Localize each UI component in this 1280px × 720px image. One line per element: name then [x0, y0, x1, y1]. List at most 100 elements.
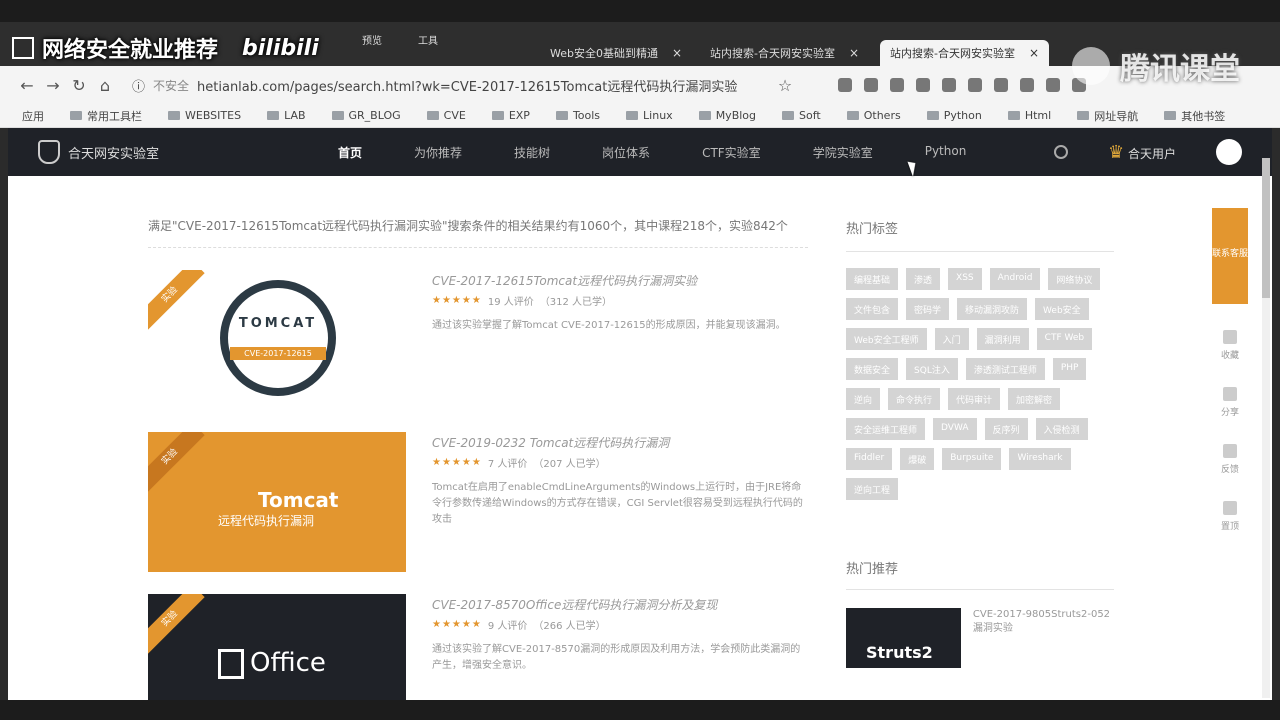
scrollbar-thumb[interactable] — [1262, 158, 1270, 298]
tab-search-active[interactable]: 站内搜索-合天网安实验室 × — [880, 40, 1050, 66]
tag-item[interactable]: 逆向工程 — [846, 478, 899, 500]
bookmark-folder[interactable]: MyBlog — [698, 109, 756, 122]
nav-ctf[interactable]: CTF实验室 — [702, 144, 761, 161]
extension-icon[interactable] — [864, 78, 878, 92]
result-item[interactable]: 实验 Office CVE-2017-8570Office远程代码执行漏洞分析及… — [148, 594, 808, 700]
bookmark-folder[interactable]: LAB — [267, 109, 306, 122]
back-icon[interactable]: ← — [14, 76, 40, 95]
bookmark-folder[interactable]: 网址导航 — [1077, 108, 1138, 124]
tag-item[interactable]: 命令执行 — [888, 388, 941, 410]
bookmark-folder[interactable]: Others — [846, 109, 901, 122]
extension-icon[interactable] — [1046, 78, 1060, 92]
tag-item[interactable]: CTF Web — [1036, 328, 1093, 350]
tag-item[interactable]: PHP — [1052, 358, 1087, 380]
extension-icon[interactable] — [1020, 78, 1034, 92]
result-thumbnail[interactable]: 实验 Office — [148, 594, 406, 700]
recommend-item[interactable]: Struts2 CVE-2017-9805Struts2-052漏洞实验 — [846, 608, 1114, 668]
url-input[interactable]: ⓘ 不安全 hetianlab.com/pages/search.html?wk… — [132, 72, 772, 98]
recommend-thumbnail[interactable]: Struts2 — [846, 608, 961, 668]
nav-home[interactable]: 首页 — [338, 144, 362, 161]
back-to-top-button[interactable]: 置顶 — [1221, 501, 1239, 532]
tag-item[interactable]: 漏洞利用 — [976, 328, 1029, 350]
tag-item[interactable]: 渗透 — [906, 268, 941, 290]
customer-service-button[interactable]: 联系客服 — [1212, 208, 1248, 304]
bookmark-folder[interactable]: Python — [926, 109, 982, 122]
search-icon[interactable] — [1054, 145, 1069, 159]
close-icon[interactable]: × — [1029, 46, 1039, 60]
tag-item[interactable]: 编程基础 — [846, 268, 899, 290]
forward-icon[interactable]: → — [40, 76, 66, 95]
tag-item[interactable]: 代码审计 — [948, 388, 1001, 410]
vip-link[interactable]: ♛ 合天用户 — [1108, 142, 1176, 163]
bookmark-star-icon[interactable]: ☆ — [772, 76, 798, 95]
bookmark-folder[interactable]: Soft — [782, 109, 821, 122]
tag-item[interactable]: 反序列 — [984, 418, 1028, 440]
result-item[interactable]: 实验 Tomcat 远程代码执行漏洞 CVE-2019-0232 Tomcat远… — [148, 432, 808, 572]
share-button[interactable]: 分享 — [1221, 387, 1239, 418]
extension-icon[interactable] — [916, 78, 930, 92]
site-logo[interactable]: 合天网安实验室 — [38, 140, 159, 164]
nav-recommend[interactable]: 为你推荐 — [414, 144, 462, 161]
tag-item[interactable]: 逆向 — [846, 388, 881, 410]
result-title[interactable]: CVE-2017-12615Tomcat远程代码执行漏洞实验 — [432, 272, 808, 289]
tag-item[interactable]: 入侵检测 — [1035, 418, 1088, 440]
tag-item[interactable]: 入门 — [934, 328, 969, 350]
tag-item[interactable]: Fiddler — [846, 448, 893, 470]
tag-item[interactable]: SQL注入 — [906, 358, 958, 380]
menu-preview[interactable]: 预览 — [362, 32, 382, 47]
tag-item[interactable]: Android — [989, 268, 1041, 290]
avatar[interactable] — [1216, 139, 1242, 165]
tag-item[interactable]: 文件包含 — [846, 298, 899, 320]
extension-icon[interactable] — [890, 78, 904, 92]
tag-item[interactable]: Burpsuite — [942, 448, 1002, 470]
page-scrollbar[interactable] — [1262, 158, 1270, 698]
bookmark-label: 常用工具栏 — [87, 109, 142, 123]
tab-web-security[interactable]: Web安全0基础到精通 × — [540, 40, 692, 66]
bookmark-folder[interactable]: GR_BLOG — [331, 109, 401, 122]
tag-item[interactable]: 爆破 — [900, 448, 935, 470]
tag-item[interactable]: 密码学 — [906, 298, 950, 320]
extension-icon[interactable] — [994, 78, 1008, 92]
tag-item[interactable]: DVWA — [933, 418, 977, 440]
feedback-button[interactable]: 反馈 — [1221, 444, 1239, 475]
tag-item[interactable]: Web安全工程师 — [846, 328, 927, 350]
extension-icon[interactable] — [838, 78, 852, 92]
bookmark-folder[interactable]: EXP — [491, 109, 530, 122]
extension-icon[interactable] — [942, 78, 956, 92]
tag-item[interactable]: 数据安全 — [846, 358, 899, 380]
bookmark-folder[interactable]: Html — [1007, 109, 1051, 122]
menu-tools[interactable]: 工具 — [418, 32, 438, 47]
result-item[interactable]: 实验 TOMCAT CVE-2017-12615 CVE-2017-12615T… — [148, 270, 808, 410]
close-icon[interactable]: × — [672, 46, 682, 60]
result-title[interactable]: CVE-2019-0232 Tomcat远程代码执行漏洞 — [432, 434, 808, 451]
tag-item[interactable]: XSS — [948, 268, 982, 290]
result-thumbnail[interactable]: 实验 TOMCAT CVE-2017-12615 — [148, 270, 406, 410]
tag-item[interactable]: 加密解密 — [1008, 388, 1061, 410]
favorite-button[interactable]: 收藏 — [1221, 330, 1239, 361]
home-icon[interactable]: ⌂ — [92, 76, 118, 95]
close-icon[interactable]: × — [849, 46, 859, 60]
tag-item[interactable]: 网络协议 — [1048, 268, 1101, 290]
bookmark-apps[interactable]: 应用 — [22, 108, 44, 124]
tab-search-1[interactable]: 站内搜索-合天网安实验室 × — [700, 40, 869, 66]
tag-item[interactable]: Wireshark — [1009, 448, 1071, 470]
nav-college[interactable]: 学院实验室 — [813, 144, 873, 161]
extension-icon[interactable] — [968, 78, 982, 92]
tag-item[interactable]: 渗透测试工程师 — [965, 358, 1045, 380]
bookmark-folder[interactable]: Tools — [555, 109, 600, 122]
recommend-title[interactable]: CVE-2017-9805Struts2-052漏洞实验 — [973, 608, 1114, 668]
bookmark-folder[interactable]: Linux — [626, 109, 673, 122]
bookmark-folder[interactable]: CVE — [426, 109, 466, 122]
reload-icon[interactable]: ↻ — [66, 76, 92, 95]
result-title[interactable]: CVE-2017-8570Office远程代码执行漏洞分析及复现 — [432, 596, 808, 613]
tag-item[interactable]: 安全运维工程师 — [846, 418, 926, 440]
tag-item[interactable]: 移动漏洞攻防 — [957, 298, 1028, 320]
nav-career[interactable]: 岗位体系 — [602, 144, 650, 161]
nav-skill-tree[interactable]: 技能树 — [514, 144, 550, 161]
bookmark-folder[interactable]: 常用工具栏 — [70, 108, 142, 124]
result-thumbnail[interactable]: 实验 Tomcat 远程代码执行漏洞 — [148, 432, 406, 572]
nav-python[interactable]: Python — [925, 144, 967, 161]
tag-item[interactable]: Web安全 — [1035, 298, 1089, 320]
bookmark-folder[interactable]: WEBSITES — [168, 109, 241, 122]
bookmark-other[interactable]: 其他书签 — [1164, 108, 1225, 124]
